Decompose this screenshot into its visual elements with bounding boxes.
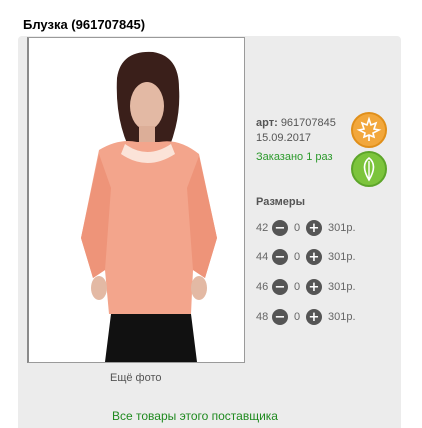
article-date: 15.09.2017	[256, 132, 312, 144]
size-price: 301р.	[328, 222, 356, 234]
product-photo[interactable]	[27, 37, 245, 363]
maple-leaf-icon[interactable]	[351, 112, 387, 148]
article-label: арт:	[256, 117, 278, 129]
size-price: 301р.	[328, 251, 356, 263]
size-quantity: 0	[293, 222, 301, 234]
size-row: 48 − 0 + 301р.	[256, 308, 356, 326]
minus-circle-icon[interactable]: −	[272, 220, 288, 236]
plus-circle-icon[interactable]: +	[306, 309, 322, 325]
supplier-products-link[interactable]: Все товары этого поставщика	[112, 409, 278, 423]
size-label: 42	[256, 222, 269, 234]
minus-circle-icon[interactable]: −	[272, 249, 288, 265]
more-photos-link[interactable]: Ещё фото	[110, 372, 162, 384]
plus-circle-icon[interactable]: +	[306, 279, 322, 295]
article-number: 961707845	[280, 117, 336, 129]
size-label: 44	[256, 251, 269, 263]
size-quantity: 0	[293, 311, 301, 323]
product-title: Блузка (961707845)	[23, 17, 146, 32]
plus-circle-icon[interactable]: +	[306, 220, 322, 236]
minus-circle-icon[interactable]: −	[272, 279, 288, 295]
leaf-icon[interactable]	[351, 151, 387, 187]
plus-circle-icon[interactable]: +	[306, 249, 322, 265]
sizes-title: Размеры	[256, 196, 306, 208]
size-label: 48	[256, 311, 269, 323]
size-row: 46 − 0 + 301р.	[256, 278, 356, 296]
blouse-model-image	[29, 38, 244, 362]
ordered-count: Заказано 1 раз	[256, 151, 333, 163]
size-quantity: 0	[293, 281, 301, 293]
size-row: 44 − 0 + 301р.	[256, 248, 356, 266]
size-price: 301р.	[328, 281, 356, 293]
size-quantity: 0	[293, 251, 301, 263]
minus-circle-icon[interactable]: −	[272, 309, 288, 325]
size-row: 42 − 0 + 301р.	[256, 219, 356, 237]
size-label: 46	[256, 281, 269, 293]
size-price: 301р.	[328, 311, 356, 323]
article-line: арт: 961707845	[256, 117, 336, 129]
